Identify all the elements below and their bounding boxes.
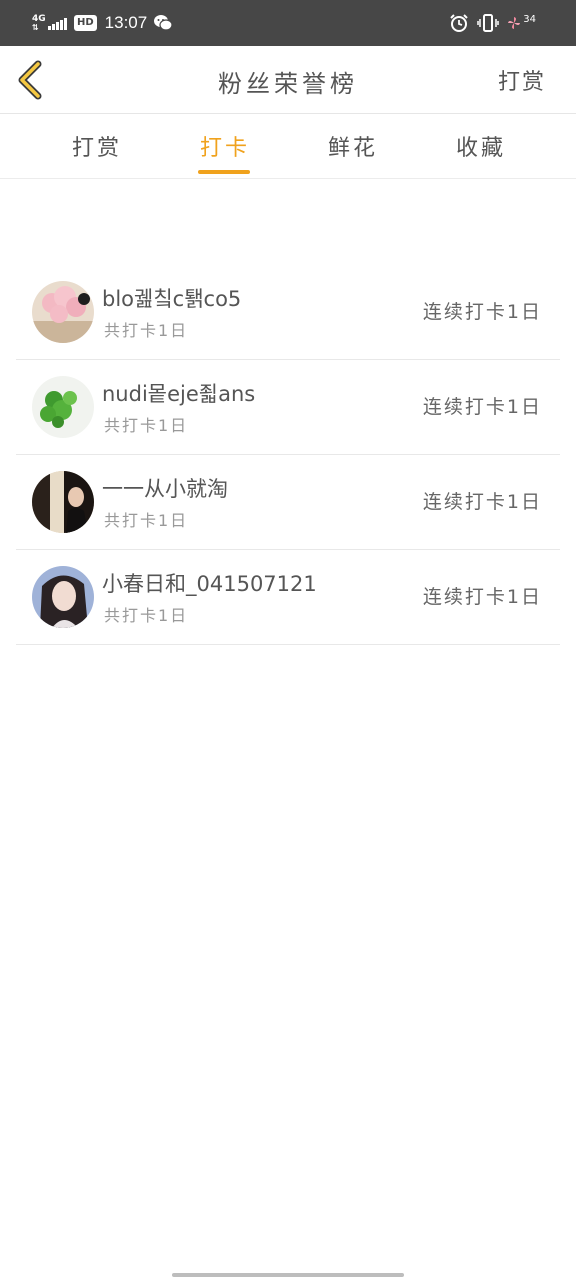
- fan-name: 一一从小就淘: [102, 477, 228, 501]
- status-bar: 4G ⇅ HD 13:07 34: [0, 0, 576, 46]
- status-left: 4G ⇅ HD 13:07: [32, 10, 173, 36]
- data-arrows-icon: ⇅: [32, 23, 39, 32]
- avatar[interactable]: [32, 471, 94, 533]
- vibrate-icon: [477, 13, 500, 33]
- tab-label: 打卡: [199, 136, 250, 161]
- signal-icon: [48, 16, 68, 30]
- reward-button[interactable]: 打赏: [498, 64, 546, 96]
- pinwheel-icon: [507, 16, 521, 30]
- app-header: 粉丝荣誉榜 打赏: [0, 46, 576, 114]
- wechat-icon: [153, 14, 173, 32]
- tab-label: 收藏: [455, 136, 506, 161]
- tab-label: 鲜花: [327, 136, 378, 161]
- tab-flowers[interactable]: 鲜花: [293, 114, 413, 178]
- status-time: 13:07: [104, 13, 148, 32]
- hd-badge: HD: [74, 15, 97, 31]
- avatar[interactable]: [32, 281, 94, 343]
- total-checkins: 共打卡1日: [104, 321, 189, 340]
- avatar[interactable]: [32, 566, 94, 628]
- list-item[interactable]: 小春日和_041507121 共打卡1日 连续打卡1日: [16, 550, 560, 645]
- network-indicator: 4G ⇅: [32, 14, 46, 32]
- tab-favorites[interactable]: 收藏: [421, 114, 541, 178]
- list-item[interactable]: blo궲칰c퇡co5 共打卡1日 连续打卡1日: [16, 265, 560, 360]
- streak-text: 连续打卡1日: [422, 586, 542, 608]
- total-checkins: 共打卡1日: [104, 606, 189, 625]
- tab-label: 打赏: [71, 136, 122, 161]
- fan-name: blo궲칰c퇡co5: [102, 287, 242, 311]
- tab-reward[interactable]: 打赏: [37, 114, 157, 178]
- home-indicator[interactable]: [172, 1273, 404, 1277]
- total-checkins: 共打卡1日: [104, 511, 189, 530]
- active-tab-indicator: [198, 170, 250, 174]
- streak-text: 连续打卡1日: [422, 301, 542, 323]
- total-checkins: 共打卡1日: [104, 416, 189, 435]
- fan-name: 小春日和_041507121: [102, 572, 317, 596]
- page-title: 粉丝荣誉榜: [218, 70, 358, 98]
- streak-text: 连续打卡1日: [422, 396, 542, 418]
- avatar[interactable]: [32, 376, 94, 438]
- list-item[interactable]: 一一从小就淘 共打卡1日 连续打卡1日: [16, 455, 560, 550]
- battery-level: 34: [523, 13, 536, 25]
- tab-checkin[interactable]: 打卡: [165, 114, 285, 178]
- list-item[interactable]: nudi뫁eje죏ans 共打卡1日 连续打卡1日: [16, 360, 560, 455]
- tab-bar: 打赏 打卡 鲜花 收藏: [0, 114, 576, 179]
- alarm-icon: [449, 13, 469, 33]
- fan-list: blo궲칰c퇡co5 共打卡1日 连续打卡1日 nudi뫁eje죏ans 共打卡…: [16, 265, 560, 645]
- fan-name: nudi뫁eje죏ans: [102, 382, 256, 406]
- status-right: 34: [449, 10, 536, 36]
- streak-text: 连续打卡1日: [422, 491, 542, 513]
